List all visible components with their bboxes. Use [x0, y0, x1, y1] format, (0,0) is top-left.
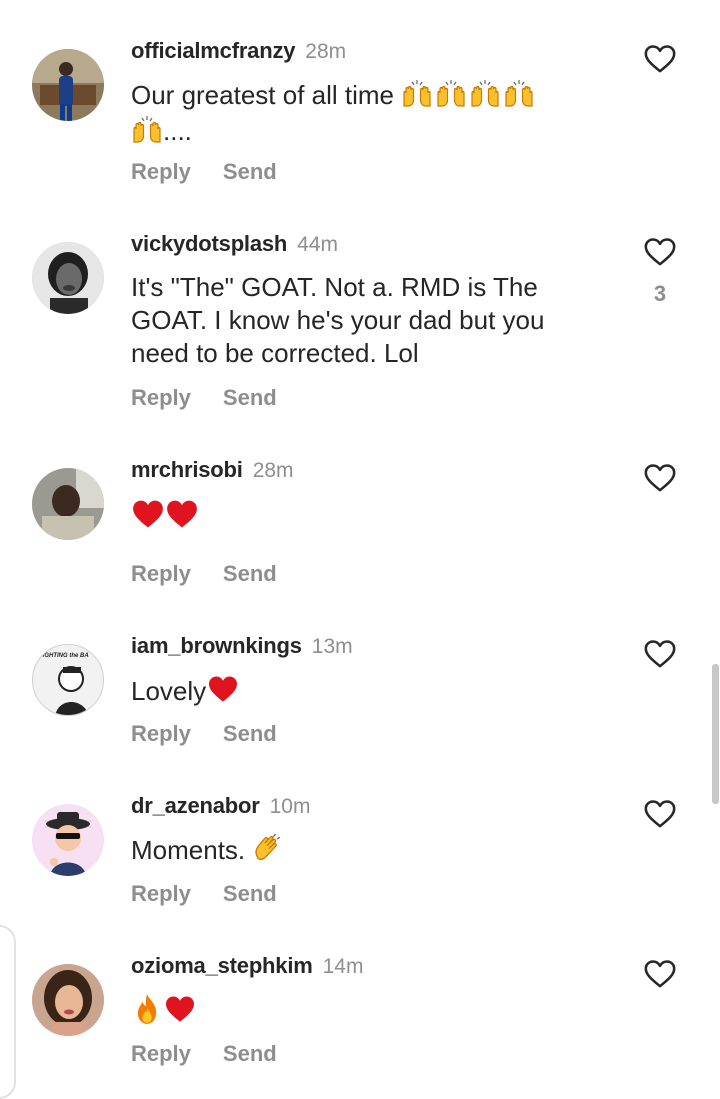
fire-emoji: [131, 993, 163, 1033]
heart-outline-icon[interactable]: [642, 42, 678, 76]
username[interactable]: ozioma_stephkim: [131, 953, 313, 978]
reply-button[interactable]: Reply: [131, 881, 191, 907]
send-button[interactable]: Send: [223, 1041, 277, 1067]
comment-actions: Reply Send: [131, 385, 277, 411]
reply-button[interactable]: Reply: [131, 561, 191, 587]
username[interactable]: dr_azenabor: [131, 793, 260, 818]
comment-text: Moments.: [131, 833, 571, 871]
comment-text: Our greatest of all time ....: [131, 79, 571, 151]
heart-outline-icon[interactable]: [642, 957, 678, 991]
comment-header: vickydotsplash 44m: [131, 231, 338, 259]
comment-header: dr_azenabor 10m: [131, 793, 310, 821]
avatar[interactable]: [32, 49, 104, 121]
username[interactable]: officialmcfranzy: [131, 38, 295, 63]
red-heart-emoji: [206, 673, 240, 713]
bottom-sheet-edge: [0, 925, 16, 1099]
username[interactable]: vickydotsplash: [131, 231, 287, 256]
svg-text:FIGHTING the BA: FIGHTING the BA: [39, 653, 89, 659]
timestamp: 10m: [269, 795, 311, 818]
comment-header: ozioma_stephkim 14m: [131, 953, 363, 981]
username[interactable]: mrchrisobi: [131, 457, 243, 482]
comment-actions: Reply Send: [131, 1041, 277, 1067]
red-heart-emoji: [131, 497, 201, 539]
send-button[interactable]: Send: [223, 881, 277, 907]
username[interactable]: iam_brownkings: [131, 633, 302, 658]
send-button[interactable]: Send: [223, 159, 277, 185]
heart-outline-icon[interactable]: [642, 797, 678, 831]
reply-button[interactable]: Reply: [131, 385, 191, 411]
red-heart-emoji: [163, 993, 197, 1033]
heart-outline-icon[interactable]: [642, 461, 678, 495]
timestamp: 28m: [252, 459, 294, 482]
send-button[interactable]: Send: [223, 385, 277, 411]
comment-header: officialmcfranzy 28m: [131, 38, 346, 66]
avatar[interactable]: FIGHTING the BA: [32, 644, 104, 716]
reply-button[interactable]: Reply: [131, 721, 191, 747]
heart-outline-icon[interactable]: [642, 235, 678, 269]
send-button[interactable]: Send: [223, 721, 277, 747]
reply-button[interactable]: Reply: [131, 1041, 191, 1067]
avatar[interactable]: [32, 468, 104, 540]
avatar[interactable]: [32, 964, 104, 1036]
timestamp: 14m: [322, 955, 364, 978]
comment-header: iam_brownkings 13m: [131, 633, 353, 661]
like-count: 3: [653, 281, 667, 306]
comment-text: [131, 993, 571, 1033]
reply-button[interactable]: Reply: [131, 159, 191, 185]
send-button[interactable]: Send: [223, 561, 277, 587]
comment-actions: Reply Send: [131, 881, 277, 907]
comment-actions: Reply Send: [131, 561, 277, 587]
comment-header: mrchrisobi 28m: [131, 457, 294, 485]
heart-outline-icon[interactable]: [642, 637, 678, 671]
avatar[interactable]: [32, 242, 104, 314]
timestamp: 13m: [311, 635, 353, 658]
timestamp: 28m: [305, 40, 347, 63]
comment-text: Lovely: [131, 673, 571, 713]
comment-actions: Reply Send: [131, 159, 277, 185]
timestamp: 44m: [297, 233, 339, 256]
raised-hands-emoji: [131, 115, 163, 151]
scrollbar[interactable]: [712, 664, 719, 804]
avatar[interactable]: [32, 804, 104, 876]
clapping-hands-emoji: [252, 833, 282, 871]
raised-hands-emoji: [401, 79, 537, 115]
comment-text: It's "The" GOAT. Not a. RMD is The GOAT.…: [131, 272, 545, 368]
comment-actions: Reply Send: [131, 721, 277, 747]
comment-text: [131, 497, 571, 539]
